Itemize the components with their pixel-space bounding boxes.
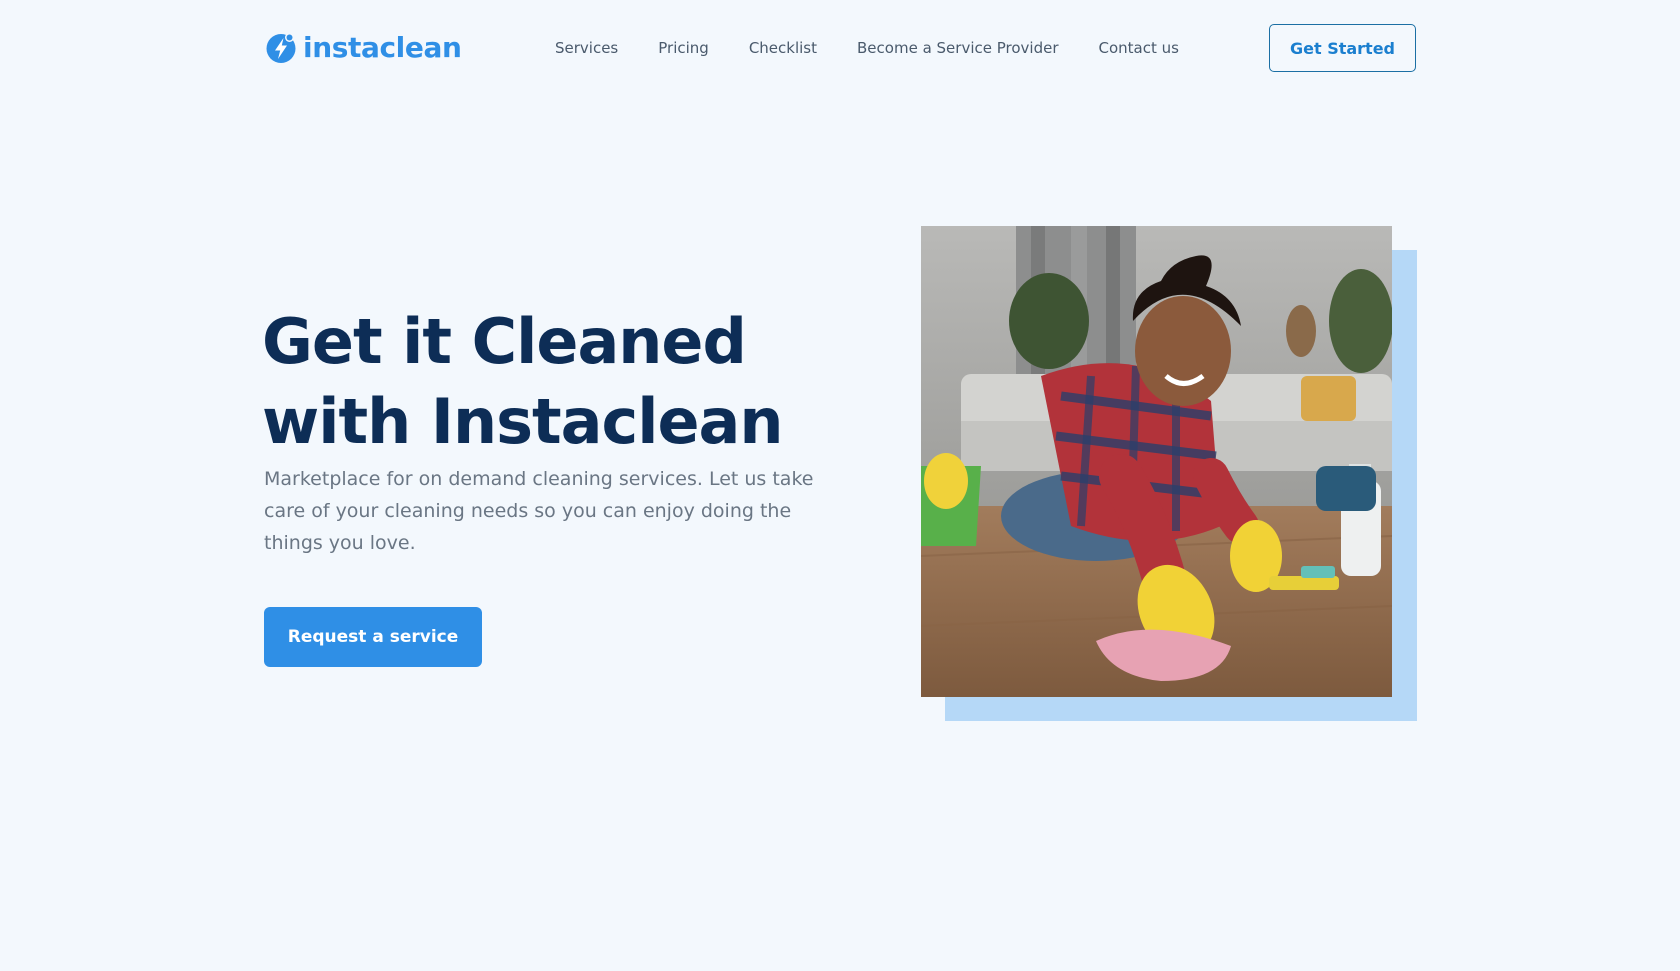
get-started-button[interactable]: Get Started [1269,24,1416,72]
lightning-bolt-icon [265,32,297,64]
hero-title-line-2: with Instaclean [262,385,784,458]
hero-title-line-1: Get it Cleaned [262,305,747,378]
nav-item-contact[interactable]: Contact us [1099,36,1179,60]
nav-item-services[interactable]: Services [555,36,618,60]
hero-title: Get it Cleaned with Instaclean [262,302,902,462]
brand-logo[interactable]: instaclean [265,30,462,66]
brand-name: instaclean [303,31,462,64]
hero-photo [921,226,1392,697]
request-service-button[interactable]: Request a service [264,607,482,667]
nav-item-become-provider[interactable]: Become a Service Provider [857,36,1058,60]
hero-subtitle: Marketplace for on demand cleaning servi… [264,468,814,554]
nav-item-checklist[interactable]: Checklist [749,36,817,60]
hero-illustration [921,226,1392,697]
site-header: instaclean Services Pricing Checklist Be… [0,0,1680,98]
nav-item-pricing[interactable]: Pricing [658,36,709,60]
main-nav: Services Pricing Checklist Become a Serv… [555,36,1179,60]
